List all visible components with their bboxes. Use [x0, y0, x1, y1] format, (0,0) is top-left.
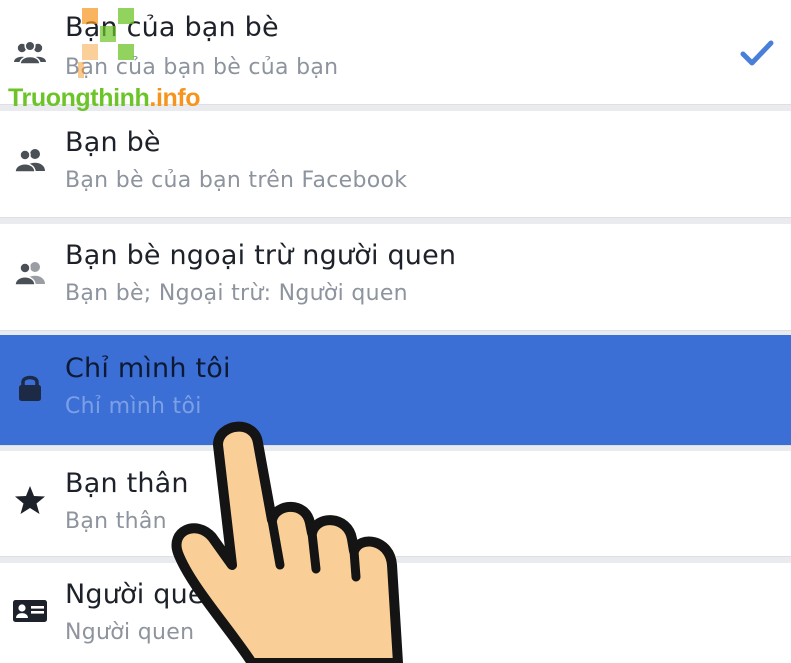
- friends-except-icon: [12, 258, 48, 288]
- option-title: Bạn của bạn bè: [65, 12, 279, 43]
- option-friends-of-friends[interactable]: Bạn của bạn bè Bạn của bạn bè của bạn: [0, 0, 791, 106]
- option-subtitle: Bạn bè; Ngoại trừ: Người quen: [65, 281, 408, 306]
- option-friends-except-acquaintances[interactable]: Bạn bè ngoại trừ người quen Bạn bè; Ngoạ…: [0, 224, 791, 330]
- option-title: Bạn bè: [65, 127, 161, 158]
- friends-of-friends-icon: [12, 38, 48, 68]
- divider: [0, 104, 791, 111]
- checkmark-icon: [739, 38, 775, 68]
- option-subtitle: Bạn của bạn bè của bạn: [65, 55, 339, 80]
- option-title: Chỉ mình tôi: [65, 353, 231, 384]
- divider: [0, 217, 791, 224]
- friends-icon: [12, 145, 48, 175]
- option-subtitle: Bạn thân: [65, 509, 167, 534]
- option-subtitle: Bạn bè của bạn trên Facebook: [65, 168, 408, 193]
- star-icon: [12, 485, 48, 515]
- pointing-hand-icon: [171, 421, 403, 663]
- contact-card-icon: [12, 596, 48, 626]
- option-friends[interactable]: Bạn bè Bạn bè của bạn trên Facebook: [0, 111, 791, 217]
- lock-icon: [12, 373, 48, 403]
- option-title: Bạn bè ngoại trừ người quen: [65, 240, 457, 271]
